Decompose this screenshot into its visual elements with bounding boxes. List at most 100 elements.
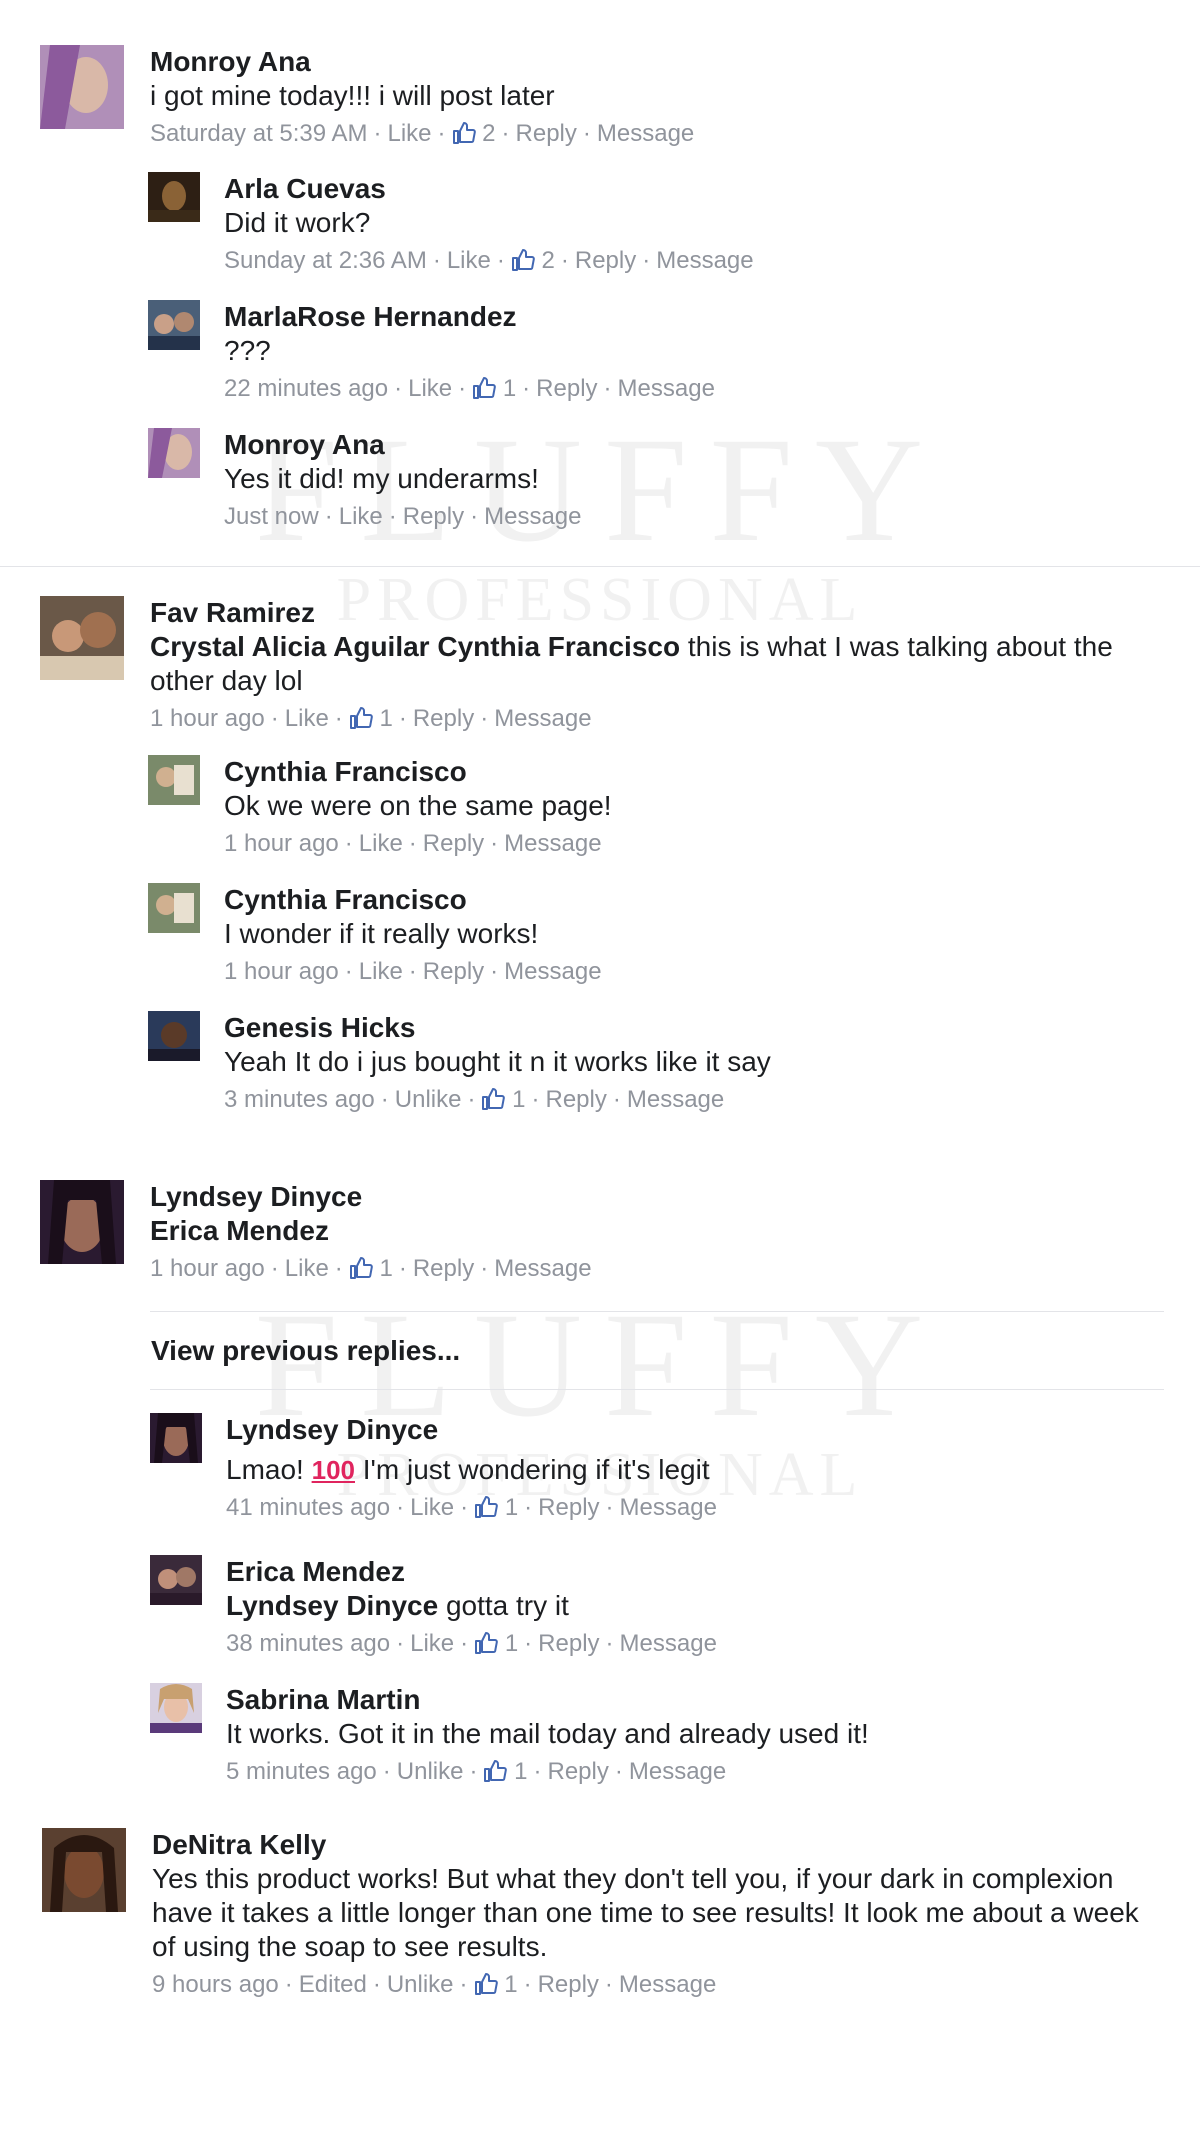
reply-author[interactable]: Cynthia Francisco — [224, 755, 1174, 789]
timestamp[interactable]: 9 hours ago — [152, 1971, 279, 1998]
reply-text: Did it work? — [224, 207, 371, 238]
reply-author[interactable]: MarlaRose Hernandez — [224, 300, 1174, 334]
avatar[interactable] — [40, 45, 124, 129]
reply-button[interactable]: Reply — [536, 375, 597, 402]
avatar[interactable] — [42, 1828, 126, 1912]
mention-tag[interactable]: Crystal Alicia Aguilar Cynthia Francisco — [150, 631, 680, 662]
timestamp[interactable]: 1 hour ago — [224, 958, 339, 985]
reply-author[interactable]: Lyndsey Dinyce — [226, 1413, 1176, 1447]
like-count[interactable]: 2 — [482, 120, 495, 147]
timestamp[interactable]: 5 minutes ago — [226, 1758, 377, 1785]
reply-button[interactable]: Reply — [413, 1255, 474, 1282]
like-button[interactable]: Like — [408, 375, 452, 402]
message-button[interactable]: Message — [627, 1086, 724, 1113]
comment-author[interactable]: DeNitra Kelly — [152, 1828, 1162, 1862]
thumbs-up-icon — [474, 1631, 498, 1655]
message-button[interactable]: Message — [494, 705, 591, 732]
reply-actions: 5 minutes ago · Unlike · 1 · Reply · Message — [226, 1758, 727, 1785]
mention-tag[interactable]: Lyndsey Dinyce — [226, 1590, 438, 1621]
like-count[interactable]: 1 — [505, 1494, 518, 1521]
reply-button[interactable]: Reply — [546, 1086, 607, 1113]
timestamp[interactable]: 1 hour ago — [150, 1255, 265, 1282]
like-count[interactable]: 1 — [504, 1971, 517, 1998]
unlike-button[interactable]: Unlike — [395, 1086, 462, 1113]
message-button[interactable]: Message — [620, 1494, 717, 1521]
message-button[interactable]: Message — [656, 247, 753, 274]
comment-author[interactable]: Fav Ramirez — [150, 596, 1180, 630]
like-count[interactable]: 1 — [379, 1255, 392, 1282]
timestamp[interactable]: 1 hour ago — [224, 830, 339, 857]
reply-author[interactable]: Cynthia Francisco — [224, 883, 1174, 917]
like-button[interactable]: Like — [285, 705, 329, 732]
message-button[interactable]: Message — [620, 1630, 717, 1657]
unlike-button[interactable]: Unlike — [397, 1758, 464, 1785]
like-button[interactable]: Like — [285, 1255, 329, 1282]
reply-button[interactable]: Reply — [538, 1494, 599, 1521]
message-button[interactable]: Message — [494, 1255, 591, 1282]
reply-author[interactable]: Genesis Hicks — [224, 1011, 1174, 1045]
unlike-button[interactable]: Unlike — [387, 1971, 454, 1998]
like-button[interactable]: Like — [410, 1630, 454, 1657]
comment-author[interactable]: Monroy Ana — [150, 45, 1150, 79]
like-count[interactable]: 1 — [503, 375, 516, 402]
reply-button[interactable]: Reply — [403, 503, 464, 530]
message-button[interactable]: Message — [629, 1758, 726, 1785]
message-button[interactable]: Message — [504, 830, 601, 857]
timestamp[interactable]: 22 minutes ago — [224, 375, 388, 402]
timestamp[interactable]: Sunday at 2:36 AM — [224, 247, 427, 274]
like-button[interactable]: Like — [410, 1494, 454, 1521]
like-count[interactable]: 2 — [542, 247, 555, 274]
message-button[interactable]: Message — [618, 375, 715, 402]
message-button[interactable]: Message — [484, 503, 581, 530]
avatar[interactable] — [40, 596, 124, 680]
reply-button[interactable]: Reply — [516, 120, 577, 147]
timestamp[interactable]: 41 minutes ago — [226, 1494, 390, 1521]
avatar[interactable] — [148, 755, 200, 805]
message-button[interactable]: Message — [597, 120, 694, 147]
avatar[interactable] — [148, 172, 200, 222]
avatar[interactable] — [150, 1555, 202, 1605]
timestamp[interactable]: 1 hour ago — [150, 705, 265, 732]
like-button[interactable]: Like — [359, 830, 403, 857]
like-count[interactable]: 1 — [379, 705, 392, 732]
mention-tag[interactable]: Erica Mendez — [150, 1214, 1150, 1248]
avatar[interactable] — [150, 1413, 202, 1463]
thumbs-up-icon — [349, 1256, 373, 1280]
edited-label[interactable]: Edited — [299, 1971, 367, 1998]
avatar[interactable] — [40, 1180, 124, 1264]
avatar[interactable] — [148, 300, 200, 350]
like-count[interactable]: 1 — [505, 1630, 518, 1657]
reply-button[interactable]: Reply — [413, 705, 474, 732]
reply-author[interactable]: Monroy Ana — [224, 428, 1174, 462]
reply-button[interactable]: Reply — [423, 958, 484, 985]
reply-button[interactable]: Reply — [423, 830, 484, 857]
avatar[interactable] — [148, 428, 200, 478]
like-button[interactable]: Like — [359, 958, 403, 985]
avatar[interactable] — [150, 1683, 202, 1733]
comment-text: Yes this product works! But what they do… — [152, 1863, 1139, 1962]
timestamp[interactable]: Saturday at 5:39 AM — [150, 120, 367, 147]
reply-text: ??? — [224, 335, 271, 366]
view-previous-replies-link[interactable]: View previous replies... — [151, 1335, 460, 1367]
like-button[interactable]: Like — [387, 120, 431, 147]
avatar[interactable] — [148, 1011, 200, 1061]
like-button[interactable]: Like — [447, 247, 491, 274]
like-count[interactable]: 1 — [512, 1086, 525, 1113]
message-button[interactable]: Message — [619, 1971, 716, 1998]
reply-button[interactable]: Reply — [538, 1971, 599, 1998]
reply-button[interactable]: Reply — [548, 1758, 609, 1785]
timestamp[interactable]: 3 minutes ago — [224, 1086, 375, 1113]
comment-author[interactable]: Lyndsey Dinyce — [150, 1180, 1150, 1214]
timestamp[interactable]: Just now — [224, 503, 319, 530]
reply-button[interactable]: Reply — [538, 1630, 599, 1657]
reply-author[interactable]: Arla Cuevas — [224, 172, 1174, 206]
message-button[interactable]: Message — [504, 958, 601, 985]
timestamp[interactable]: 38 minutes ago — [226, 1630, 390, 1657]
like-count[interactable]: 1 — [514, 1758, 527, 1785]
reply-author[interactable]: Sabrina Martin — [226, 1683, 1176, 1717]
avatar[interactable] — [148, 883, 200, 933]
reply-button[interactable]: Reply — [575, 247, 636, 274]
reply-author[interactable]: Erica Mendez — [226, 1555, 1176, 1589]
like-button[interactable]: Like — [339, 503, 383, 530]
reply-text: Yes it did! my underarms! — [224, 463, 539, 494]
